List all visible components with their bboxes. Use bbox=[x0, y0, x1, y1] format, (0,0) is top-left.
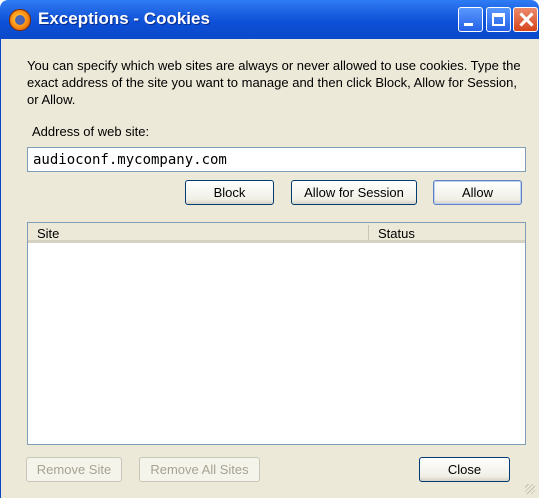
list-header: Site Status bbox=[28, 223, 525, 243]
column-site[interactable]: Site bbox=[37, 226, 59, 241]
block-button[interactable]: Block bbox=[185, 180, 274, 205]
firefox-icon bbox=[9, 9, 31, 31]
column-status[interactable]: Status bbox=[378, 226, 415, 241]
close-window-button[interactable] bbox=[513, 7, 538, 32]
sites-list[interactable]: Site Status bbox=[27, 222, 526, 445]
allow-button[interactable]: Allow bbox=[433, 180, 522, 205]
remove-site-button[interactable]: Remove Site bbox=[26, 457, 122, 482]
title-bar[interactable]: Exceptions - Cookies bbox=[0, 0, 539, 39]
resize-grip[interactable] bbox=[525, 484, 535, 494]
window-title: Exceptions - Cookies bbox=[38, 9, 210, 28]
maximize-button[interactable] bbox=[486, 7, 511, 32]
address-input[interactable] bbox=[27, 147, 526, 172]
minimize-button[interactable] bbox=[458, 7, 483, 32]
remove-all-sites-button[interactable]: Remove All Sites bbox=[139, 457, 260, 482]
column-divider[interactable] bbox=[368, 225, 369, 240]
address-label: Address of web site: bbox=[32, 124, 150, 139]
instructions-text: You can specify which web sites are alwa… bbox=[27, 58, 521, 107]
exceptions-cookies-dialog: Exceptions - Cookies You can specify whi… bbox=[0, 0, 539, 498]
close-button[interactable]: Close bbox=[419, 457, 510, 482]
allow-for-session-button[interactable]: Allow for Session bbox=[291, 180, 417, 205]
